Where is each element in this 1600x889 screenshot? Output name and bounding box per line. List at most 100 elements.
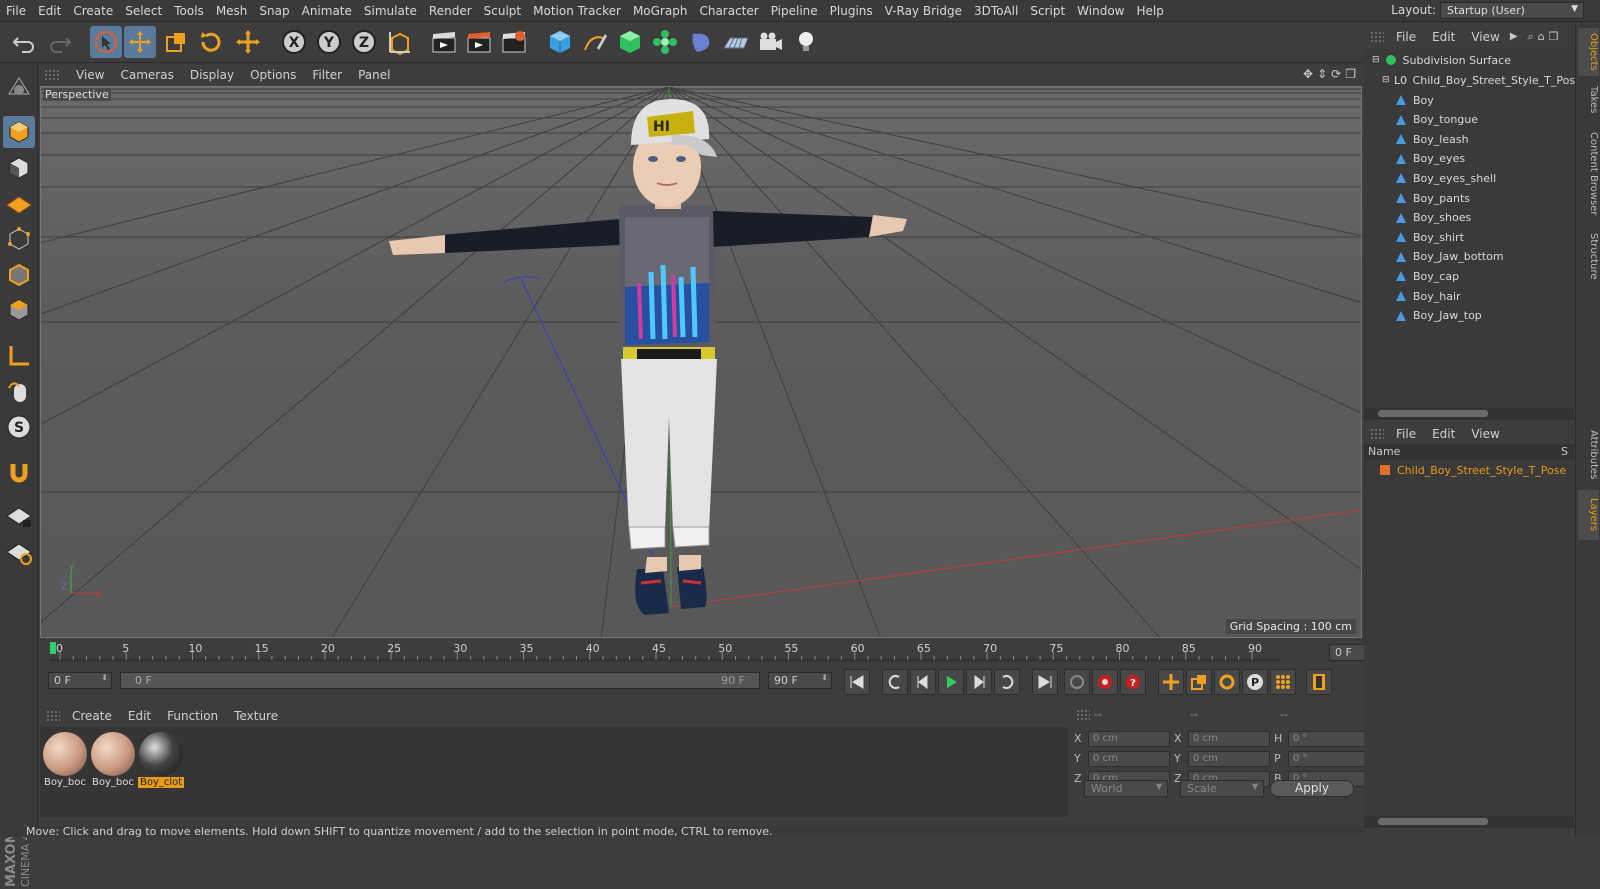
lock-workplane-button[interactable] [3, 500, 35, 532]
home-icon[interactable]: ⌂ [1538, 30, 1545, 43]
material-menu-create[interactable]: Create [64, 709, 120, 723]
menu-simulate[interactable]: Simulate [358, 4, 423, 18]
previous-frame-button[interactable] [910, 669, 936, 695]
tree-item-boy-hair[interactable]: Boy_hair [1394, 286, 1461, 306]
next-frame-button[interactable] [966, 669, 992, 695]
add-light-button[interactable] [790, 26, 822, 58]
apply-button[interactable]: Apply [1270, 780, 1354, 797]
tree-item-boy-jaw-top[interactable]: Boy_Jaw_top [1394, 306, 1482, 326]
tab-content-browser[interactable]: Content Browser [1578, 124, 1599, 224]
workplane-mode-button[interactable] [3, 187, 35, 219]
viewport-menu-view[interactable]: View [68, 68, 112, 82]
previous-key-button[interactable] [882, 669, 908, 695]
tree-item-boy-jaw-bottom[interactable]: Boy_Jaw_bottom [1394, 247, 1504, 267]
object-menu-view[interactable]: View [1463, 30, 1507, 44]
panel-grip-icon[interactable] [1076, 709, 1090, 721]
undo-button[interactable] [8, 26, 40, 58]
tree-item-child-boy[interactable]: ⊟ L0 Child_Boy_Street_Style_T_Pose [1382, 70, 1582, 90]
object-horizontal-scrollbar[interactable] [1364, 408, 1574, 420]
tree-item-boy-pants[interactable]: Boy_pants [1394, 188, 1470, 208]
layer-name-column[interactable]: Name [1368, 445, 1400, 458]
layer-horizontal-scrollbar[interactable] [1364, 816, 1574, 828]
tree-item-boy-shoes[interactable]: Boy_shoes [1394, 208, 1471, 228]
go-to-start-button[interactable] [844, 669, 870, 695]
end-frame-field[interactable]: 90 F ⬍ [768, 672, 832, 689]
boy-character-model[interactable]: HI [41, 87, 1362, 638]
spinner-icon[interactable]: ⬍ [821, 673, 828, 682]
layer-menu-file[interactable]: File [1388, 427, 1424, 441]
material-swatch[interactable]: Boy_boc [90, 731, 136, 793]
planar-workplane-button[interactable] [3, 536, 35, 568]
tree-item-boy-eyes[interactable]: Boy_eyes [1394, 149, 1465, 169]
menu-3dtoall[interactable]: 3DToAll [968, 4, 1024, 18]
menu-pipeline[interactable]: Pipeline [765, 4, 824, 18]
layer-solo-column[interactable]: S [1561, 445, 1568, 458]
tree-item-boy-tongue[interactable]: Boy_tongue [1394, 110, 1478, 130]
tab-attributes[interactable]: Attributes [1578, 424, 1599, 486]
rotate-view-icon[interactable]: ⟳ [1331, 67, 1341, 81]
object-menu-edit[interactable]: Edit [1424, 30, 1463, 44]
frame-range-slider[interactable]: 0 F 90 F [120, 672, 760, 689]
menu-sculpt[interactable]: Sculpt [478, 4, 527, 18]
model-mode-button[interactable] [3, 116, 35, 148]
render-view-button[interactable] [428, 26, 460, 58]
material-menu-edit[interactable]: Edit [120, 709, 159, 723]
menu-edit[interactable]: Edit [32, 4, 67, 18]
rotation-h-field[interactable]: 0 ° [1288, 730, 1370, 747]
play-button[interactable] [938, 669, 964, 695]
pan-view-icon[interactable]: ✥ [1303, 67, 1313, 81]
rotation-p-field[interactable]: 0 ° [1288, 750, 1370, 767]
z-axis-lock-button[interactable]: Z [348, 26, 380, 58]
size-x-field[interactable]: 0 cm [1188, 730, 1270, 747]
tab-takes[interactable]: Takes [1578, 80, 1599, 120]
menu-window[interactable]: Window [1071, 4, 1130, 18]
menu-character[interactable]: Character [693, 4, 764, 18]
magnet-button[interactable] [3, 456, 35, 488]
new-window-icon[interactable]: ❐ [1549, 30, 1559, 43]
tree-item-subdivision-surface[interactable]: ⊟ Subdivision Surface [1372, 50, 1511, 70]
add-spline-pen-button[interactable] [579, 26, 611, 58]
next-key-button[interactable] [994, 669, 1020, 695]
render-settings-button[interactable] [498, 26, 530, 58]
search-icon[interactable]: ⌕ [1528, 30, 1534, 44]
menu-tools[interactable]: Tools [168, 4, 210, 18]
snap-button[interactable]: S [3, 411, 35, 443]
polygons-mode-button[interactable] [3, 294, 35, 326]
spinner-icon[interactable]: ⬍ [101, 673, 108, 682]
key-scale-button[interactable] [1186, 669, 1212, 695]
layout-dropdown[interactable]: Startup (User) ▼ [1440, 2, 1584, 19]
coordinate-system-button[interactable] [384, 26, 416, 58]
menu-animate[interactable]: Animate [296, 4, 358, 18]
tree-item-boy[interactable]: Boy [1394, 90, 1434, 110]
transform-tool-button[interactable] [232, 26, 264, 58]
menu-v-ray-bridge[interactable]: V-Ray Bridge [879, 4, 968, 18]
dolly-view-icon[interactable]: ⇕ [1317, 67, 1327, 81]
key-pla-button[interactable] [1270, 669, 1296, 695]
tweak-mode-button[interactable] [3, 376, 35, 408]
menu-more-arrow-icon[interactable]: ▶ [1510, 31, 1518, 42]
edges-mode-button[interactable] [3, 259, 35, 291]
tab-structure[interactable]: Structure [1578, 228, 1599, 284]
timeline-ruler[interactable]: 0 5 10 15 20 25 30 35 40 45 50 55 60 65 70 75 80 85 90 0 F [40, 640, 1401, 662]
tab-layers[interactable]: Layers [1578, 490, 1599, 540]
tab-objects[interactable]: Objects [1578, 28, 1599, 76]
layer-menu-view[interactable]: View [1463, 427, 1507, 441]
add-camera-button[interactable] [755, 26, 787, 58]
object-menu-file[interactable]: File [1388, 30, 1424, 44]
layer-menu-edit[interactable]: Edit [1424, 427, 1463, 441]
scale-tool-button[interactable] [160, 26, 192, 58]
add-floor-button[interactable] [720, 26, 752, 58]
move-tool-button[interactable] [124, 26, 156, 58]
menu-snap[interactable]: Snap [253, 4, 295, 18]
add-mograph-button[interactable] [649, 26, 681, 58]
material-menu-function[interactable]: Function [159, 709, 226, 723]
menu-render[interactable]: Render [423, 4, 478, 18]
menu-create[interactable]: Create [67, 4, 119, 18]
start-frame-field[interactable]: 0 F ⬍ [48, 672, 112, 689]
material-swatch-selected[interactable]: Boy_clot [138, 731, 184, 793]
autokey-button[interactable]: ? [1120, 669, 1146, 695]
menu-motion-tracker[interactable]: Motion Tracker [527, 4, 627, 18]
panel-grip-icon[interactable] [1370, 30, 1384, 43]
live-selection-button[interactable] [90, 26, 122, 58]
viewport-menu-options[interactable]: Options [242, 68, 304, 82]
